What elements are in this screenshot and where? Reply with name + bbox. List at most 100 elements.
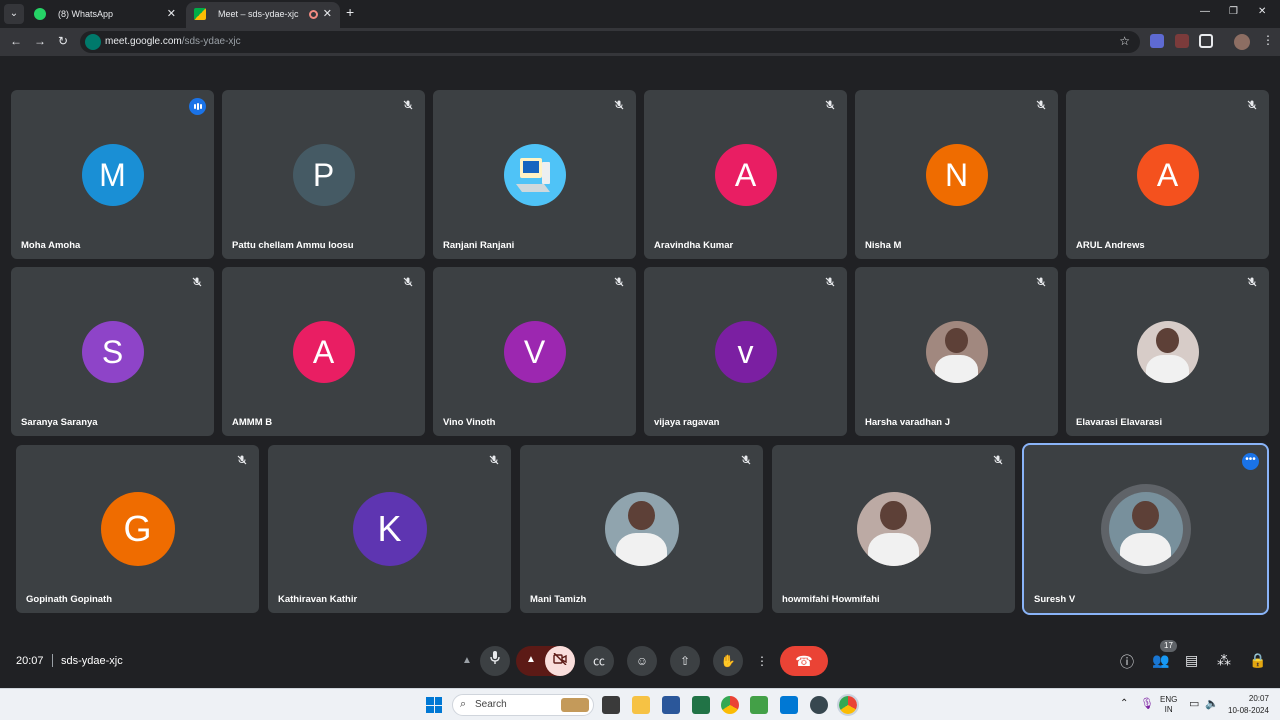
speaking-indicator-icon [189,98,206,115]
forward-arrow-icon[interactable]: → [34,34,46,48]
taskbar-search-box[interactable]: ⌕ Search [452,694,594,716]
file-explorer-icon[interactable] [632,696,650,714]
browser-toolbar: ← → ↻ meet.google.com/sds-ydae-xjc ☆ [0,28,1280,56]
camera-off-button[interactable] [545,646,575,676]
reload-icon[interactable]: ↻ [58,34,68,48]
tray-overflow-chevron-icon[interactable]: ⌃ [1120,698,1128,709]
tab-close-button[interactable]: ✕ [323,2,332,26]
participant-tile[interactable]: v vijaya ragavan [644,267,847,436]
participant-photo [856,492,931,566]
meeting-code: sds-ydae-xjc [61,655,123,667]
participant-avatar: A [1136,143,1199,206]
mic-muted-icon [614,100,624,110]
participant-name: Ranjani Ranjani [443,240,515,251]
browser-tab-strip: ⌄ (8) WhatsApp ✕ Meet – sds-ydae-xjc ✕ +… [0,0,1280,28]
excel-icon[interactable] [692,696,710,714]
new-tab-button[interactable]: + [346,4,354,20]
participant-tile[interactable]: G Gopinath Gopinath [16,445,259,613]
extensions-puzzle-icon[interactable] [1199,34,1213,48]
participant-name: ARUL Andrews [1076,240,1145,251]
tab-meet[interactable]: Meet – sds-ydae-xjc ✕ [186,2,340,28]
participant-avatar: M [81,143,144,206]
mic-muted-icon [403,100,413,110]
vscode-icon[interactable] [780,696,798,714]
participant-tile[interactable]: M Moha Amoha [11,90,214,259]
microphone-button[interactable] [480,646,510,676]
participant-tile[interactable]: V Vino Vinoth [433,267,636,436]
chat-icon[interactable]: ▤ [1185,652,1198,669]
people-icon[interactable]: 👥 [1152,652,1169,669]
minimize-button[interactable]: — [1200,6,1210,17]
participant-tile[interactable]: K Kathiravan Kathir [268,445,511,613]
participant-tile[interactable]: Ranjani Ranjani [433,90,636,259]
restore-button[interactable]: ❐ [1229,6,1238,17]
bookmark-star-icon[interactable]: ☆ [1119,34,1130,48]
mic-muted-icon [741,455,751,465]
notepad-icon[interactable] [750,696,768,714]
tile-more-options-icon[interactable]: ••• [1242,453,1259,470]
microphone-in-use-icon[interactable]: 🎙 [1140,697,1154,710]
more-options-button[interactable]: ⋮ [748,646,776,676]
meeting-info-icon[interactable]: ⓘ [1120,652,1134,672]
back-arrow-icon[interactable]: ← [10,34,22,48]
participant-name: Saranya Saranya [21,417,98,428]
tab-whatsapp[interactable]: (8) WhatsApp ✕ [26,2,184,28]
system-clock[interactable]: 20:07 10-08-2024 [1228,693,1269,717]
participant-tile[interactable]: A ARUL Andrews [1066,90,1269,259]
language-indicator[interactable]: ENG IN [1160,695,1177,715]
participant-tile[interactable]: N Nisha M [855,90,1058,259]
mic-muted-icon [614,277,624,287]
participant-tile[interactable]: A AMMM B [222,267,425,436]
chrome-active-icon[interactable] [837,694,859,716]
video-options-chevron-icon[interactable]: ▲ [526,654,536,665]
site-info-icon[interactable] [85,34,101,50]
mic-muted-icon [825,277,835,287]
search-icon: ⌕ [460,698,467,710]
word-icon[interactable] [662,696,680,714]
participant-avatar: v [714,320,777,383]
participant-tile[interactable]: S Saranya Saranya [11,267,214,436]
participant-tile[interactable]: Mani Tamizh [520,445,763,613]
participant-tile[interactable]: P Pattu chellam Ammu loosu [222,90,425,259]
participant-tile[interactable]: Harsha varadhan J [855,267,1058,436]
mic-muted-icon [489,455,499,465]
address-bar[interactable]: meet.google.com/sds-ydae-xjc ☆ [80,31,1140,53]
participant-name: Vino Vinoth [443,417,496,428]
participant-avatar: V [503,320,566,383]
participant-tile[interactable]: A Aravindha Kumar [644,90,847,259]
app-icon[interactable] [810,696,828,714]
participant-name: Nisha M [865,240,902,251]
audio-options-chevron-icon[interactable]: ▲ [456,650,478,672]
emoji-reaction-button[interactable]: ☺ [627,646,657,676]
tab-close-button[interactable]: ✕ [167,2,176,26]
extension-icon[interactable] [1175,34,1189,48]
profile-avatar[interactable] [1234,34,1250,50]
captions-button[interactable]: ㏄ [584,646,614,676]
mic-muted-icon [1247,277,1257,287]
volume-icon[interactable]: 🔈 [1205,697,1219,710]
host-controls-lock-icon[interactable]: 🔒 [1249,652,1266,669]
participant-avatar: A [714,143,777,206]
network-icon[interactable]: ▭ [1189,697,1199,710]
participant-tile[interactable]: Elavarasi Elavarasi [1066,267,1269,436]
present-screen-button[interactable]: ⇧ [670,646,700,676]
participant-tile[interactable]: ••• Suresh V [1022,443,1269,615]
whatsapp-icon [34,8,46,20]
browser-menu-icon[interactable]: ⋮ [1262,33,1274,47]
participant-count-badge: 17 [1160,640,1177,652]
activities-icon[interactable]: ⁂ [1217,652,1231,669]
mic-muted-icon [1036,277,1046,287]
participant-name: Elavarasi Elavarasi [1076,417,1163,428]
chrome-icon[interactable] [721,696,739,714]
tab-search-button[interactable]: ⌄ [4,4,24,24]
participant-avatar: G [100,492,175,566]
leave-call-button[interactable]: ☎ [780,646,828,676]
window-close-button[interactable]: ✕ [1258,6,1266,17]
windows-start-icon[interactable] [426,697,442,713]
mic-muted-icon [993,455,1003,465]
task-view-icon[interactable] [602,696,620,714]
participant-tile[interactable]: howmifahi Howmifahi [772,445,1015,613]
raise-hand-button[interactable]: ✋ [713,646,743,676]
participant-name: Aravindha Kumar [654,240,734,251]
extension-icon[interactable] [1150,34,1164,48]
